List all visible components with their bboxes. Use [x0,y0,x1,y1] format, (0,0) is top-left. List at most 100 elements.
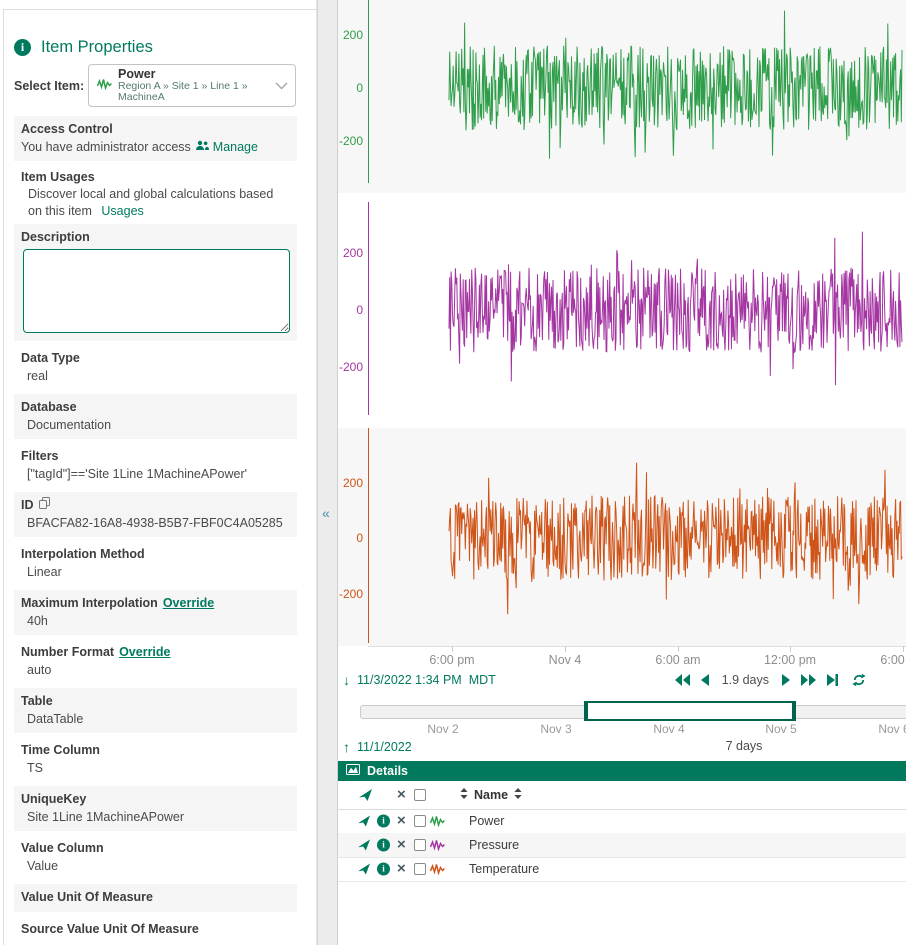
copy-icon[interactable] [39,497,50,515]
area-chart-icon [346,764,360,778]
property-value: TS [21,760,289,778]
property-section: Value Unit Of Measure [14,884,297,912]
pin-icon[interactable] [358,816,370,827]
item-properties-header: i Item Properties [14,37,316,57]
remove-icon[interactable]: × [397,815,406,827]
property-label-text: Time Column [21,742,100,760]
property-label: Time Column [21,742,289,760]
property-label-text: Maximum Interpolation [21,595,158,613]
timeline-tick-label: Nov 2 [427,722,458,736]
sort-icon[interactable] [514,788,522,802]
pin-icon[interactable] [358,864,370,875]
property-label-text: Value Unit Of Measure [21,889,153,907]
range-start-text: 11/3/2022 1:34 PM [357,673,462,687]
investigate-start-arrow-icon: ↑ [343,739,350,755]
signal-line-temperature [369,428,906,646]
panel-collapse-divider[interactable]: « [317,0,338,945]
investigate-range-start: ↑ 11/1/2022 [343,739,412,755]
step-forward-button[interactable] [782,674,790,686]
property-label-text: Interpolation Method [21,546,145,564]
step-back-button[interactable] [701,674,709,686]
description-input[interactable] [23,249,290,333]
override-link[interactable]: Override [163,595,214,613]
people-icon [195,138,209,157]
row-checkbox[interactable] [414,839,426,851]
range-start-arrow-icon: ↓ [343,672,350,688]
trend-lane-temperature: 2000-200 [338,428,906,646]
info-icon[interactable]: i [377,839,390,852]
property-label: Database [21,399,289,417]
select-item-label: Select Item: [14,79,88,93]
signal-icon [430,863,445,875]
item-usages-label: Item Usages [21,169,289,186]
info-icon[interactable]: i [377,815,390,828]
refresh-icon[interactable] [852,673,866,687]
manage-link[interactable]: Manage [213,138,258,157]
remove-icon[interactable]: × [397,839,406,851]
details-row-pressure[interactable]: i×Pressure [338,833,906,858]
property-label: Interpolation Method [21,546,289,564]
property-section: UniqueKeySite 1Line 1MachineAPower [14,786,297,831]
y-axis-tick-label: 200 [338,28,363,42]
step-to-end-button[interactable] [827,674,838,686]
usages-link[interactable]: Usages [101,204,143,218]
timeline-tick-label: Nov 6 [878,722,906,736]
y-axis-tick-label: -200 [338,360,363,374]
description-section: Description [14,224,297,341]
details-row-temperature[interactable]: i×Temperature [338,857,906,882]
property-section: Data Typereal [14,345,297,390]
property-label-text: Data Type [21,350,80,368]
remove-all-icon[interactable]: × [397,789,406,801]
property-sections: Access Control You have administrator ac… [14,116,297,944]
property-section: Source Value Unit Of Measure [14,916,297,944]
info-icon: i [14,39,31,56]
item-properties-panel: i Item Properties Select Item: Power Reg… [0,0,317,945]
property-label: Table [21,693,289,711]
y-axis-tick-label: -200 [338,587,363,601]
property-value: Site 1Line 1MachineAPower [21,809,289,827]
item-usages-section: Item Usages Discover local and global ca… [14,164,297,221]
row-checkbox[interactable] [414,815,426,827]
timeline-tick-label: Nov 3 [540,722,571,736]
step-back-fast-button[interactable] [675,674,690,686]
property-value: real [21,368,289,386]
x-axis-tick-label: Nov 4 [549,653,582,667]
collapse-left-icon[interactable]: « [322,505,330,521]
property-section: Filters["tagId"]=='Site 1Line 1MachineAP… [14,443,297,488]
page-title: Item Properties [41,38,153,57]
remove-icon[interactable]: × [397,863,406,875]
display-range-start: ↓ 11/3/2022 1:34 PM MDT [343,672,496,688]
property-value: ["tagId"]=='Site 1Line 1MachineAPower' [21,466,289,484]
item-select-dropdown[interactable]: Power Region A » Site 1 » Line 1 » Machi… [88,64,296,107]
property-label: Data Type [21,350,289,368]
row-checkbox[interactable] [414,863,426,875]
select-all-checkbox[interactable] [414,789,426,801]
access-control-text: You have administrator access Manage [21,138,289,157]
property-label: Value Unit Of Measure [21,889,289,907]
x-axis-tick-label: 6:00 pm [880,653,906,667]
pin-icon[interactable] [359,789,372,801]
description-label: Description [21,229,289,246]
details-row-power[interactable]: i×Power [338,809,906,834]
x-axis [368,646,906,647]
property-value: Value [21,858,289,876]
property-value: auto [21,662,289,680]
name-column-header[interactable]: Name [460,788,522,802]
x-axis-tick [565,646,566,652]
property-label-text: UniqueKey [21,791,86,809]
time-navigation-row: ↓ 11/3/2022 1:34 PM MDT 1.9 days [338,672,906,693]
property-label: UniqueKey [21,791,289,809]
sort-icon[interactable] [460,788,468,802]
details-panel-header[interactable]: Details [338,761,906,781]
seeq-workbench: i Item Properties Select Item: Power Reg… [0,0,906,945]
x-axis-tick-label: 6:00 am [655,653,700,667]
info-icon[interactable]: i [377,863,390,876]
y-axis-tick-label: 0 [338,303,363,317]
step-forward-fast-button[interactable] [801,674,816,686]
pin-icon[interactable] [358,840,370,851]
property-label-text: Table [21,693,53,711]
overview-timeline-selection[interactable] [584,701,796,721]
trend-lane-power: 2000-200 [338,0,906,193]
override-link[interactable]: Override [119,644,170,662]
property-section: Number FormatOverrideauto [14,639,297,684]
